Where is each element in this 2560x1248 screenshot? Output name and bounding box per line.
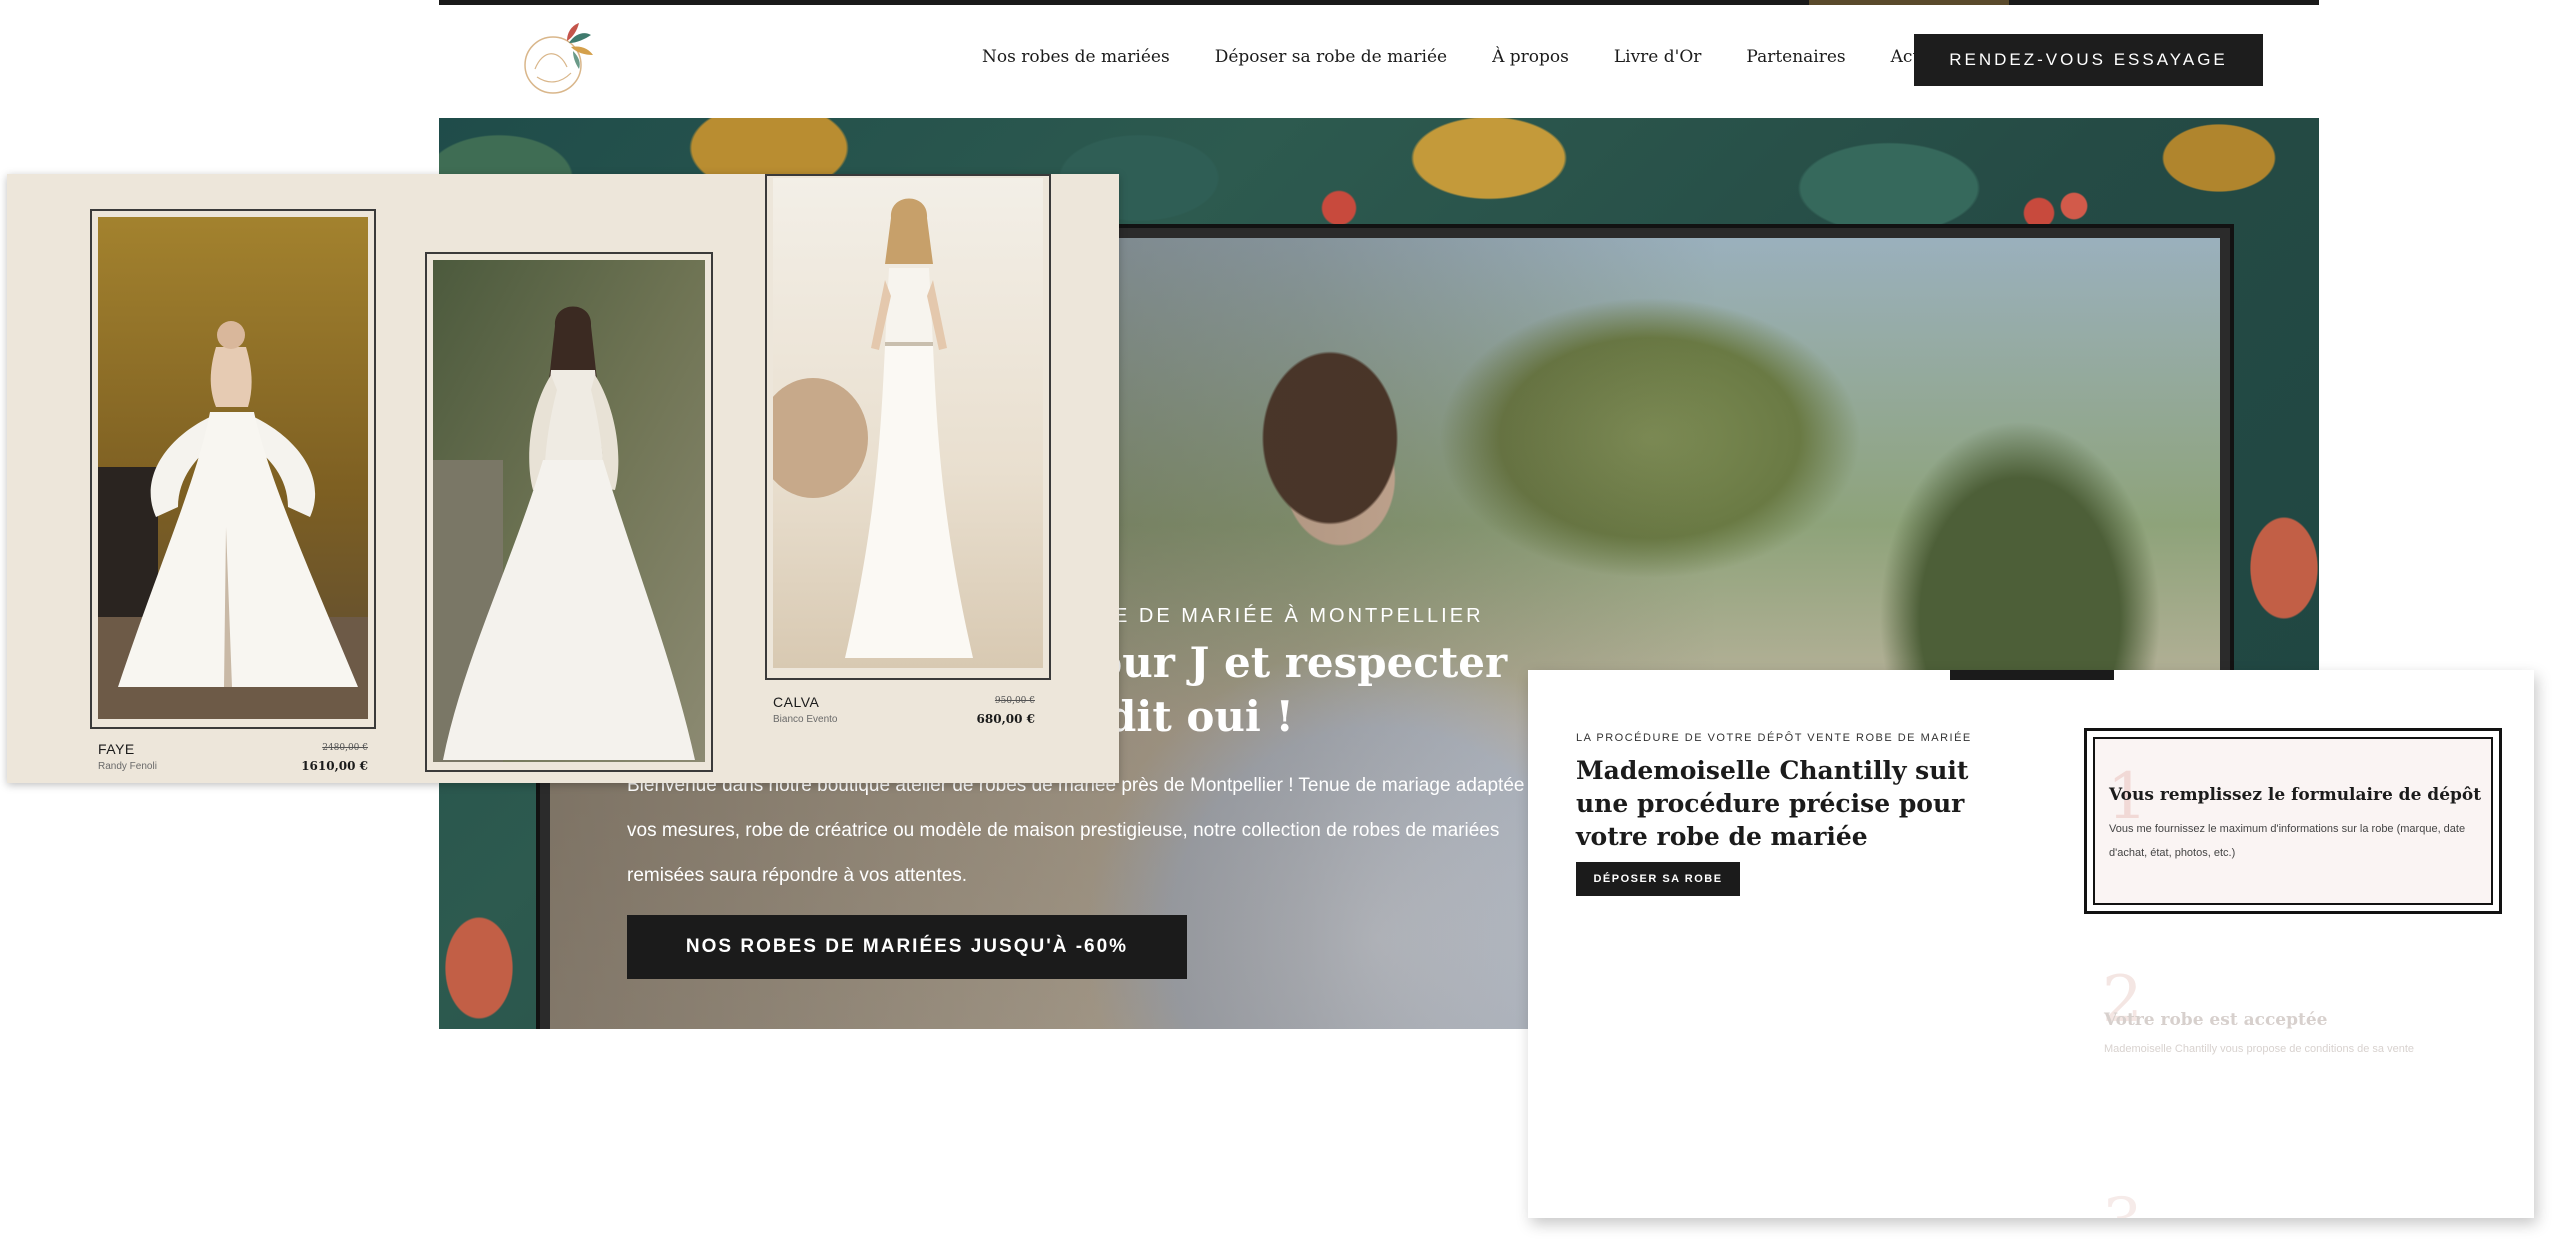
step-text: Mademoiselle Chantilly vous propose de c… [2104,1043,2415,1055]
step-title: Vous remplissez le formulaire de dépôt [2109,785,2482,805]
dress-price: 1610,00 € [301,759,368,773]
procedure-step-1: 1 Vous remplissez le formulaire de dépôt… [2084,728,2502,914]
nav-item-livre-or[interactable]: Livre d'Or [1614,47,1702,67]
robes-promo-button[interactable]: Nos robes de mariées jusqu'à -60% [627,915,1187,979]
dress-card-faye[interactable]: FAYE Randy Fenoli 2480,00 € 1610,00 € [90,209,380,773]
procedure-window: La procédure de votre dépôt vente robe d… [1528,670,2534,1218]
dress-photo[interactable] [773,178,1043,668]
step-number: 3 [2102,1190,2143,1218]
site-header: Nos robes de mariées Déposer sa robe de … [439,5,2319,119]
step-text: Vous me fournissez le maximum d'informat… [2109,823,2466,859]
dress-price: 680,00 € [976,712,1035,726]
nav-item-a-propos[interactable]: À propos [1492,47,1569,67]
dress-brand: Bianco Evento [773,714,838,725]
hero-text: Bienvenue dans notre boutique atelier de… [627,775,1541,886]
dress-old-price: 950,00 € [994,696,1035,706]
deposer-robe-button[interactable]: Déposer sa robe [1576,862,1740,896]
nav-item-partenaires[interactable]: Partenaires [1746,47,1845,67]
dress-photo[interactable] [433,260,705,762]
dress-name: FAYE [98,741,135,757]
dress-card-calva[interactable]: CALVA Bianco Evento 950,00 € 680,00 € [765,174,1055,734]
dress-name: CALVA [773,694,820,710]
nav-item-deposer[interactable]: Déposer sa robe de mariée [1215,47,1447,67]
rendez-vous-button[interactable]: Rendez-vous essayage [1914,34,2263,86]
nav-item-robes[interactable]: Nos robes de mariées [982,47,1170,67]
step-title: Votre robe est acceptée [2104,1010,2328,1030]
procedure-tab-indicator [1950,670,2114,680]
dress-catalog-window: FAYE Randy Fenoli 2480,00 € 1610,00 € CA… [7,174,1119,783]
hero-kicker: e de mariée à Montpellier [1114,605,1484,627]
dress-photo[interactable] [98,217,368,719]
dress-old-price: 2480,00 € [322,743,368,753]
procedure-title: Mademoiselle Chantilly suit une procédur… [1576,756,1969,851]
main-nav: Nos robes de mariées Déposer sa robe de … [982,47,2022,67]
dress-card-2[interactable] [425,252,717,782]
logo-icon[interactable] [515,19,601,103]
procedure-kicker: La procédure de votre dépôt vente robe d… [1576,732,1972,744]
dress-brand: Randy Fenoli [98,761,157,772]
step-card-inner: 1 Vous remplissez le formulaire de dépôt… [2093,737,2493,905]
